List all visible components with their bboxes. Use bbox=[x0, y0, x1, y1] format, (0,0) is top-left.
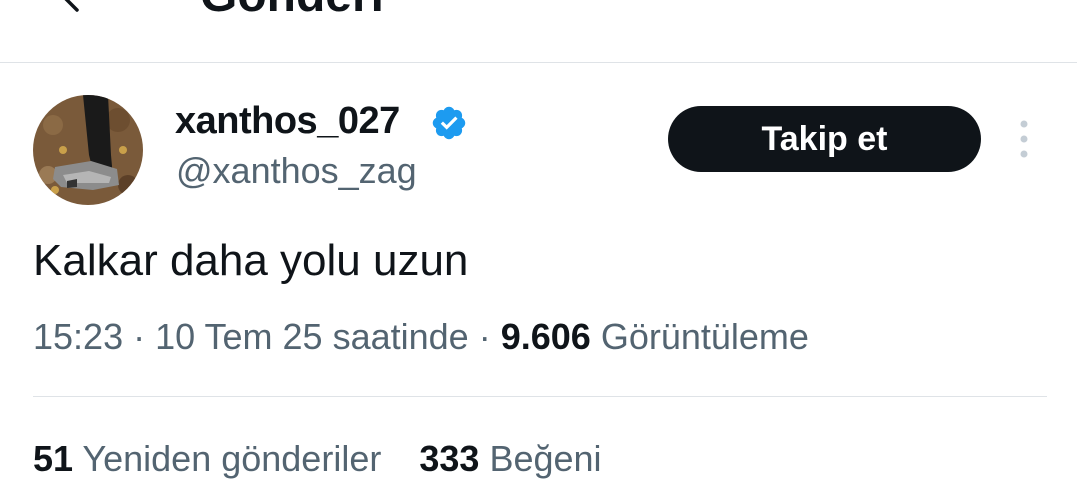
reposts-label: Yeniden gönderiler bbox=[82, 438, 382, 479]
tweet-text: Kalkar daha yolu uzun bbox=[33, 236, 469, 285]
meta-separator: · bbox=[478, 316, 491, 357]
verified-badge-icon bbox=[432, 106, 466, 140]
avatar-photo bbox=[33, 95, 143, 205]
top-bar: Gönderi bbox=[0, 0, 1077, 63]
views-count: 9.606 bbox=[500, 316, 591, 357]
follow-button[interactable]: Takip et bbox=[668, 106, 981, 172]
reposts-stat[interactable]: 51 Yeniden gönderiler bbox=[33, 438, 381, 480]
likes-label: Beğeni bbox=[489, 438, 602, 479]
likes-stat[interactable]: 333 Beğeni bbox=[419, 438, 601, 480]
avatar[interactable] bbox=[33, 95, 143, 205]
reposts-count: 51 bbox=[33, 438, 74, 479]
author-handle[interactable]: @xanthos_zag bbox=[176, 150, 417, 192]
divider bbox=[33, 396, 1047, 397]
meta-separator: · bbox=[133, 316, 146, 357]
author-display-name[interactable]: xanthos_027 bbox=[175, 100, 400, 143]
arrow-left-icon[interactable] bbox=[55, 0, 91, 16]
more-vertical-icon[interactable] bbox=[1010, 118, 1038, 162]
tweet-time[interactable]: 15:23 bbox=[33, 316, 123, 357]
page-title: Gönderi bbox=[200, 0, 384, 23]
tweet-meta: 15:23 · 10 Tem 25 saatinde · 9.606 Görün… bbox=[33, 316, 809, 358]
likes-count: 333 bbox=[419, 438, 480, 479]
tweet-date[interactable]: 10 Tem 25 saatinde bbox=[155, 316, 469, 357]
views-label: Görüntüleme bbox=[600, 316, 809, 357]
engagement-stats: 51 Yeniden gönderiler 333 Beğeni bbox=[33, 438, 630, 480]
